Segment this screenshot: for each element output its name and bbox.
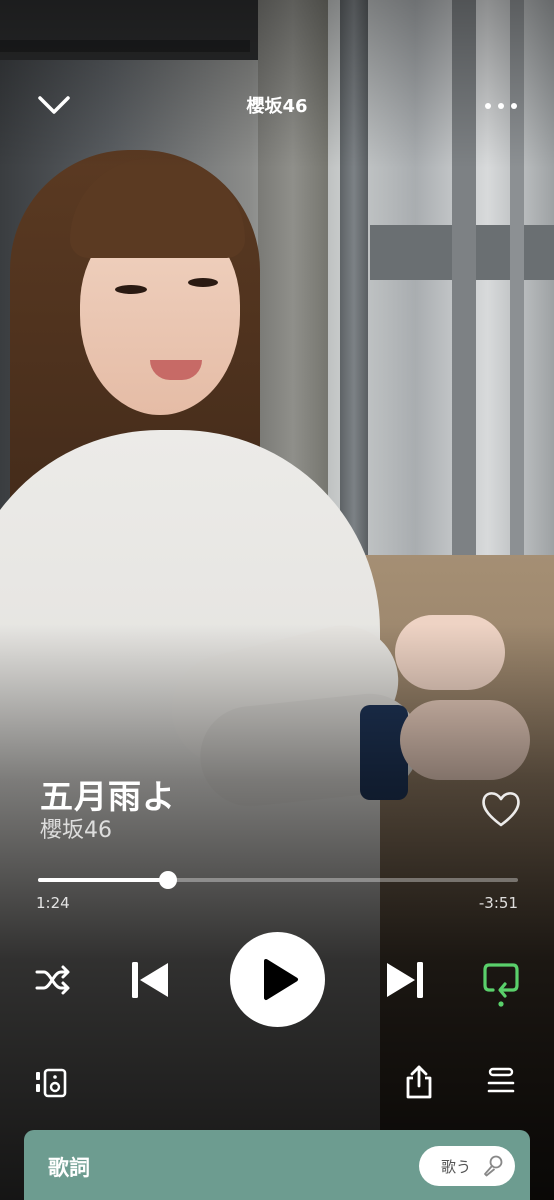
next-icon[interactable]	[383, 958, 427, 1002]
track-title: 五月雨よ	[40, 777, 176, 816]
heart-icon[interactable]	[478, 786, 524, 832]
bottom-actions	[0, 1060, 554, 1106]
progress-fill	[38, 878, 168, 882]
queue-icon[interactable]	[486, 1066, 516, 1098]
remaining-time: -3:51	[478, 894, 518, 912]
header-artist-title: 櫻坂46	[246, 96, 308, 117]
shuffle-icon[interactable]	[34, 962, 72, 998]
elapsed-time: 1:24	[36, 894, 70, 912]
progress-slider[interactable]	[38, 870, 518, 890]
device-icon[interactable]	[34, 1068, 68, 1098]
play-icon	[264, 959, 298, 1000]
lyrics-label: 歌詞	[48, 1156, 90, 1180]
top-bar: 櫻坂46	[0, 78, 554, 134]
sing-label: 歌う	[441, 1158, 472, 1176]
share-icon[interactable]	[403, 1064, 435, 1100]
progress-knob[interactable]	[158, 871, 177, 889]
play-button[interactable]	[230, 932, 325, 1027]
sing-button[interactable]: 歌う	[419, 1146, 515, 1186]
lyrics-panel[interactable]: 歌詞 歌う	[24, 1130, 530, 1200]
more-icon[interactable]	[478, 88, 524, 124]
microphone-icon	[481, 1154, 505, 1178]
playback-controls	[0, 930, 554, 1030]
previous-icon[interactable]	[128, 958, 172, 1002]
track-artist[interactable]: 櫻坂46	[40, 812, 112, 844]
repeat-icon[interactable]	[481, 960, 521, 1008]
